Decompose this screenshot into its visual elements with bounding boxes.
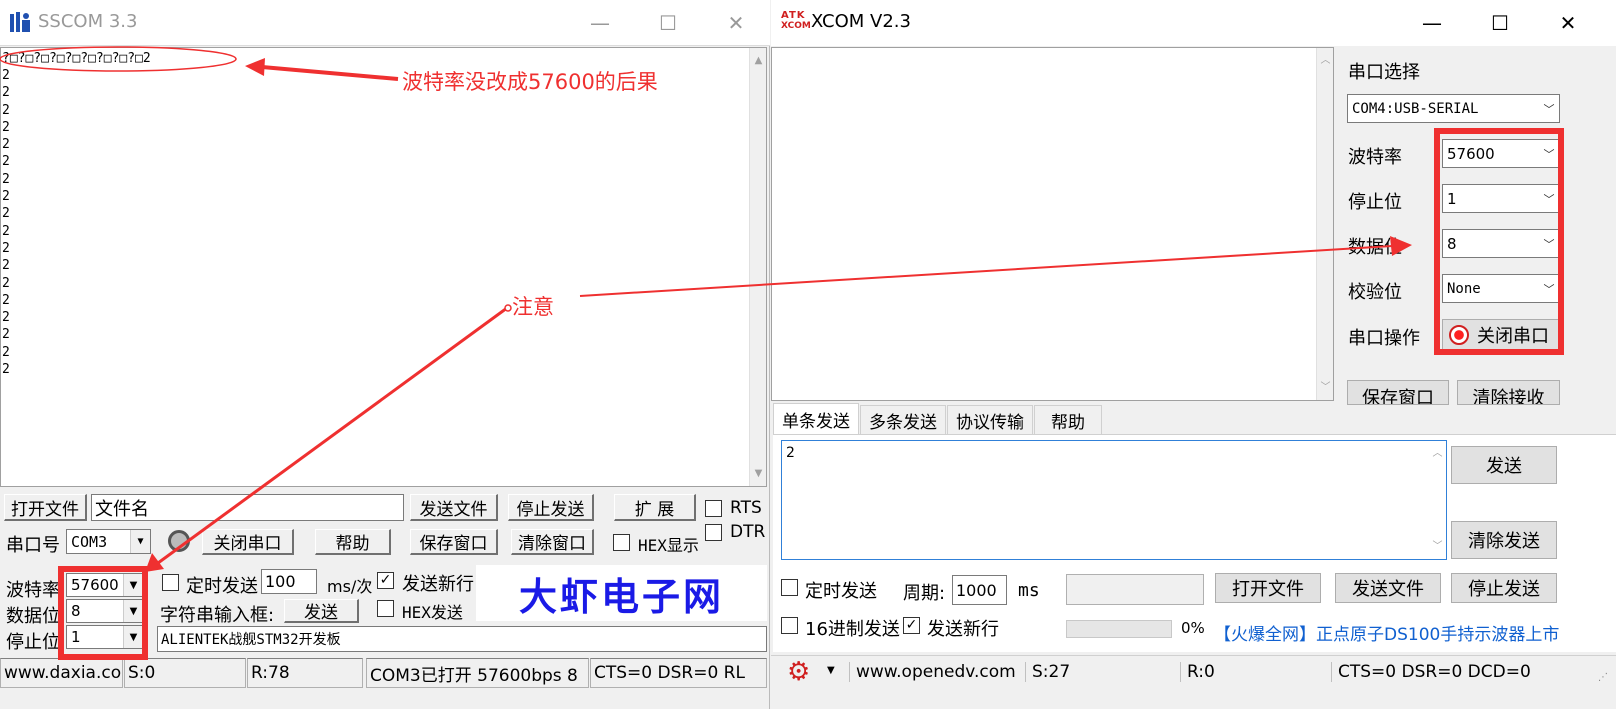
annotation-arrow-line — [157, 306, 508, 565]
annotation-overlay — [0, 46, 1412, 572]
annotation-consequence: 波特率没改成57600的后果 — [402, 70, 658, 94]
annotation-box-xcom-settings — [1434, 128, 1564, 355]
annotation-box-sscom-settings — [58, 566, 148, 660]
annotation-arrow-line — [261, 65, 399, 81]
annotation-arrowhead — [245, 58, 265, 76]
annotation-arrowhead — [1390, 236, 1412, 256]
annotation-note: 注意 — [512, 295, 554, 319]
annotation-ellipse — [0, 46, 237, 72]
annotation-dot — [504, 304, 512, 312]
annotation-arrow-line — [579, 245, 1393, 297]
